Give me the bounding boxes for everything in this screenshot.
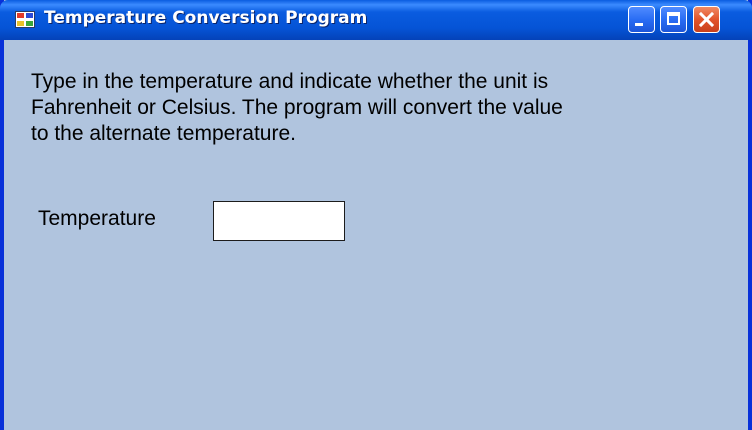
instructions-text: Type in the temperature and indicate whe… — [31, 70, 563, 145]
application-icon[interactable] — [15, 11, 35, 28]
form-client-area: Type in the temperature and indicate whe… — [4, 40, 748, 430]
window-title: Temperature Conversion Program — [44, 8, 368, 28]
title-bar[interactable]: Temperature Conversion Program — [0, 0, 752, 40]
maximize-button[interactable] — [660, 6, 687, 33]
minimize-icon — [635, 23, 643, 26]
minimize-button[interactable] — [628, 6, 655, 33]
maximize-icon — [667, 12, 680, 25]
close-icon — [698, 11, 715, 28]
temperature-input[interactable] — [213, 201, 345, 241]
temperature-label: Temperature — [38, 207, 156, 230]
app-window: Temperature Conversion Program Type in t… — [0, 0, 752, 430]
close-button[interactable] — [693, 6, 720, 33]
